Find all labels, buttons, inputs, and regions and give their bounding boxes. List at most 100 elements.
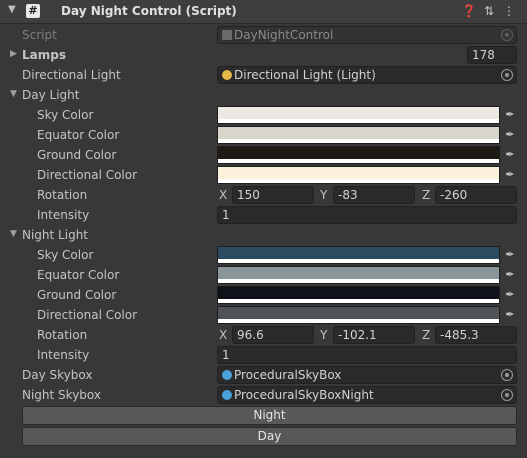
directional-light-label: Directional Light [22, 68, 121, 82]
day-button[interactable]: Day [22, 427, 517, 446]
night-sky-color-label: Sky Color [37, 248, 94, 262]
context-menu-icon[interactable]: ⋮ [501, 3, 517, 19]
day-sky-color-label: Sky Color [37, 108, 94, 122]
day-rotation-x-field[interactable]: 150 [232, 186, 314, 204]
night-directional-color-label: Directional Color [37, 308, 138, 322]
lamps-foldout-arrow-icon[interactable]: ▶ [10, 49, 17, 59]
component-title: Day Night Control (Script) [61, 4, 237, 18]
day-skybox-label: Day Skybox [22, 368, 93, 382]
day-directional-color-label: Directional Color [37, 168, 138, 182]
component-header[interactable]: ▼ # Day Night Control (Script) ❓ ⇅ ⋮ [0, 0, 527, 24]
night-ground-color-swatch [218, 287, 499, 299]
day-sky-color-swatch [218, 107, 499, 119]
day-light-fold-arrow-icon[interactable]: ▼ [10, 89, 17, 99]
day-equator-color-field[interactable] [217, 126, 500, 144]
day-equator-color-label: Equator Color [37, 128, 120, 142]
night-equator-color-label: Equator Color [37, 268, 120, 282]
night-directional-color-field[interactable] [217, 306, 500, 324]
eyedropper-icon[interactable]: ✒ [503, 287, 517, 303]
object-picker-icon[interactable] [501, 369, 513, 381]
directional-light-value: Directional Light (Light) [234, 68, 376, 82]
script-icon: # [26, 4, 40, 18]
day-directional-color-field[interactable] [217, 166, 500, 184]
night-light-fold-arrow-icon[interactable]: ▼ [10, 229, 17, 239]
day-skybox-field[interactable]: ProceduralSkyBox [217, 366, 517, 384]
night-light-foldout[interactable]: ▼ Night Light [0, 225, 527, 245]
night-rotation-z-field[interactable]: -485.3 [435, 326, 517, 344]
alpha-bar [218, 319, 499, 323]
night-directional-color-swatch [218, 307, 499, 319]
day-ground-color-swatch [218, 147, 499, 159]
night-sky-color-field[interactable] [217, 246, 500, 264]
material-icon [222, 390, 232, 400]
day-equator-color-swatch [218, 127, 499, 139]
eyedropper-icon[interactable]: ✒ [503, 167, 517, 183]
night-rotation-y-field[interactable]: -102.1 [333, 326, 415, 344]
z-axis-label[interactable]: Z [422, 328, 430, 342]
preset-icon[interactable]: ⇅ [481, 3, 497, 19]
light-icon [222, 70, 232, 80]
alpha-bar [218, 159, 499, 163]
day-directional-color-row: Directional Color ✒ [0, 165, 527, 185]
day-light-label: Day Light [22, 88, 80, 102]
y-axis-label[interactable]: Y [320, 188, 327, 202]
night-button[interactable]: Night [22, 406, 517, 425]
day-intensity-row: Intensity 1 [0, 205, 527, 225]
eyedropper-icon[interactable]: ✒ [503, 107, 517, 123]
directional-light-field[interactable]: Directional Light (Light) [217, 66, 517, 84]
night-directional-color-row: Directional Color ✒ [0, 305, 527, 325]
alpha-bar [218, 179, 499, 183]
lamps-size-field[interactable]: 178 [467, 46, 517, 64]
night-skybox-label: Night Skybox [22, 388, 101, 402]
day-ground-color-row: Ground Color ✒ [0, 145, 527, 165]
eyedropper-icon[interactable]: ✒ [503, 247, 517, 263]
day-rotation-label: Rotation [37, 188, 88, 202]
x-axis-label[interactable]: X [219, 188, 227, 202]
day-ground-color-field[interactable] [217, 146, 500, 164]
fold-arrow-icon[interactable]: ▼ [8, 4, 16, 15]
day-intensity-field[interactable]: 1 [217, 206, 517, 224]
night-rotation-label: Rotation [37, 328, 88, 342]
night-skybox-row: Night Skybox ProceduralSkyBoxNight [0, 385, 527, 405]
y-axis-label[interactable]: Y [320, 328, 327, 342]
help-icon[interactable]: ❓ [461, 3, 477, 19]
eyedropper-icon[interactable]: ✒ [503, 147, 517, 163]
day-intensity-label: Intensity [37, 208, 90, 222]
lamps-row[interactable]: ▶ Lamps 178 [0, 45, 527, 65]
night-intensity-row: Intensity 1 [0, 345, 527, 365]
night-rotation-row: Rotation X 96.6 Y -102.1 Z -485.3 [0, 325, 527, 345]
alpha-bar [218, 279, 499, 283]
script-label: Script [22, 28, 57, 42]
eyedropper-icon[interactable]: ✒ [503, 267, 517, 283]
day-equator-color-row: Equator Color ✒ [0, 125, 527, 145]
night-skybox-field[interactable]: ProceduralSkyBoxNight [217, 386, 517, 404]
day-light-foldout[interactable]: ▼ Day Light [0, 85, 527, 105]
day-ground-color-label: Ground Color [37, 148, 117, 162]
directional-light-row: Directional Light Directional Light (Lig… [0, 65, 527, 85]
night-intensity-label: Intensity [37, 348, 90, 362]
x-axis-label[interactable]: X [219, 328, 227, 342]
script-file-icon [222, 30, 232, 40]
day-skybox-value: ProceduralSkyBox [234, 368, 342, 382]
night-equator-color-row: Equator Color ✒ [0, 265, 527, 285]
night-rotation-x-field[interactable]: 96.6 [232, 326, 314, 344]
night-intensity-field[interactable]: 1 [217, 346, 517, 364]
eyedropper-icon[interactable]: ✒ [503, 127, 517, 143]
day-sky-color-row: Sky Color ✒ [0, 105, 527, 125]
day-rotation-z-field[interactable]: -260 [435, 186, 517, 204]
script-field: DayNightControl [217, 26, 517, 44]
night-light-label: Night Light [22, 228, 88, 242]
day-skybox-row: Day Skybox ProceduralSkyBox [0, 365, 527, 385]
alpha-bar [218, 119, 499, 123]
day-sky-color-field[interactable] [217, 106, 500, 124]
object-picker-icon[interactable] [501, 69, 513, 81]
object-picker-icon[interactable] [501, 389, 513, 401]
night-skybox-value: ProceduralSkyBoxNight [234, 388, 374, 402]
z-axis-label[interactable]: Z [422, 188, 430, 202]
object-picker-icon [501, 29, 513, 41]
eyedropper-icon[interactable]: ✒ [503, 307, 517, 323]
night-ground-color-field[interactable] [217, 286, 500, 304]
day-rotation-y-field[interactable]: -83 [333, 186, 415, 204]
night-sky-color-row: Sky Color ✒ [0, 245, 527, 265]
night-equator-color-field[interactable] [217, 266, 500, 284]
